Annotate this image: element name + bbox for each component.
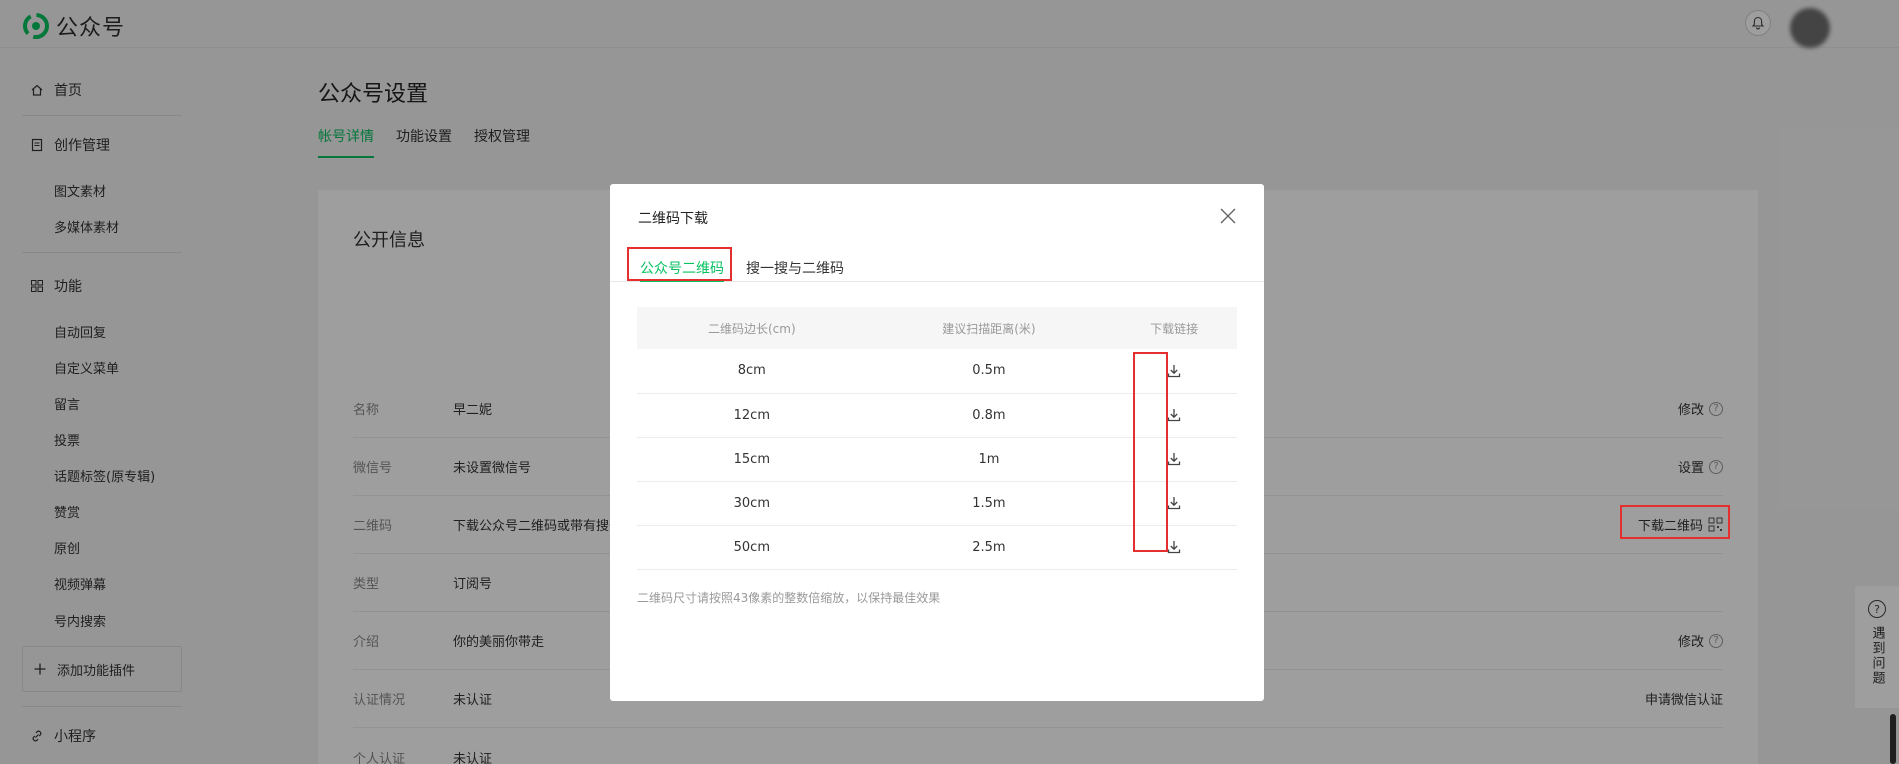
- dialog-note: 二维码尺寸请按照43像素的整数倍缩放，以保持最佳效果: [637, 591, 941, 605]
- table-header: 二维码边长(cm) 建议扫描距离(米) 下载链接: [637, 307, 1237, 349]
- download-icon[interactable]: [1166, 451, 1182, 467]
- download-icon[interactable]: [1166, 363, 1182, 379]
- download-cell: [1111, 525, 1237, 570]
- size-cell: 50cm: [637, 525, 867, 570]
- download-cell: [1111, 349, 1237, 394]
- size-cell: 8cm: [637, 349, 867, 394]
- column-header: 二维码边长(cm): [637, 307, 867, 349]
- size-cell: 30cm: [637, 481, 867, 526]
- highlight-download-column: [1133, 352, 1168, 552]
- column-header: 下载链接: [1111, 307, 1237, 349]
- highlight-download-qrcode: [1620, 505, 1730, 539]
- qrcode-download-dialog: 二维码下载 公众号二维码 搜一搜与二维码 二维码边长(cm) 建议扫描距离(米)…: [610, 184, 1264, 701]
- download-cell: [1111, 481, 1237, 526]
- tab-search-qrcode[interactable]: 搜一搜与二维码: [746, 258, 844, 282]
- download-icon[interactable]: [1166, 539, 1182, 555]
- highlight-mp-qrcode-tab: [627, 247, 732, 281]
- close-icon[interactable]: [1218, 206, 1238, 226]
- dialog-title: 二维码下载: [638, 211, 708, 227]
- distance-cell: 1.5m: [866, 481, 1112, 526]
- download-icon[interactable]: [1166, 495, 1182, 511]
- download-cell: [1111, 437, 1237, 482]
- download-cell: [1111, 393, 1237, 438]
- size-cell: 15cm: [637, 437, 867, 482]
- download-icon[interactable]: [1166, 407, 1182, 423]
- distance-cell: 0.5m: [866, 349, 1112, 394]
- distance-cell: 0.8m: [866, 393, 1112, 438]
- size-cell: 12cm: [637, 393, 867, 438]
- distance-cell: 2.5m: [866, 525, 1112, 570]
- distance-cell: 1m: [866, 437, 1112, 482]
- column-header: 建议扫描距离(米): [866, 307, 1112, 349]
